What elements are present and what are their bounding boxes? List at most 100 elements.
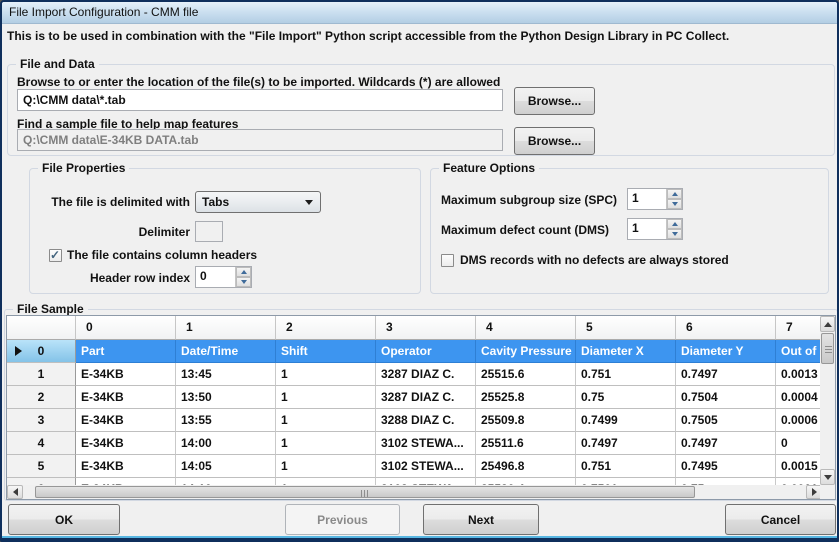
grid-cell[interactable]: 3288 DIAZ C. [376,409,476,432]
grid-cell[interactable]: Diameter X [576,340,676,363]
grid-cell[interactable]: 0.7495 [676,455,776,478]
title-bar[interactable]: File Import Configuration - CMM file [2,2,837,24]
grid-cell[interactable]: 1 [276,478,376,485]
grid-cell[interactable]: 1 [276,455,376,478]
grid-cell[interactable]: 1 [276,386,376,409]
next-button[interactable]: Next [423,504,539,535]
grid-cell[interactable]: 1 [276,363,376,386]
grid-cell[interactable]: 0.7504 [676,386,776,409]
grid-cell[interactable]: 0.751 [576,363,676,386]
grid-cell[interactable]: 0.75 [676,478,776,485]
grid-corner-cell[interactable] [7,316,76,340]
vertical-scrollbar[interactable] [820,316,835,485]
column-header[interactable]: 4 [476,316,576,340]
horizontal-scrollbar[interactable] [7,485,822,499]
grid-cell[interactable]: 0.75 [576,386,676,409]
grid-row[interactable]: 3E-34KB13:5513288 DIAZ C.25509.80.74990.… [7,409,835,432]
grid-row[interactable]: 2E-34KB13:5013287 DIAZ C.25525.80.750.75… [7,386,835,409]
grid-cell[interactable]: 14:00 [176,432,276,455]
grid-cell[interactable]: E-34KB [76,432,176,455]
column-header[interactable]: 6 [676,316,776,340]
delimiter-input[interactable] [195,221,223,242]
grid-cell[interactable]: 3287 DIAZ C. [376,363,476,386]
row-header[interactable]: 2 [7,386,76,409]
grid-cell[interactable]: 14:10 [176,478,276,485]
grid-cell[interactable]: 0.7497 [676,432,776,455]
delimiter-type-dropdown[interactable]: Tabs [195,191,321,213]
previous-button[interactable]: Previous [285,504,400,535]
grid-cell[interactable]: E-34KB [76,409,176,432]
spin-up-icon[interactable] [236,267,251,277]
column-header[interactable]: 2 [276,316,376,340]
spin-down-icon[interactable] [236,277,251,287]
grid-row[interactable]: 4E-34KB14:0013102 STEWA...25511.60.74970… [7,432,835,455]
grid-row-selected[interactable]: 0PartDate/TimeShiftOperatorCavity Pressu… [7,340,835,363]
grid-cell[interactable]: 0.7501 [576,478,676,485]
grid-cell[interactable]: E-34KB [76,478,176,485]
row-header[interactable]: 1 [7,363,76,386]
grid-cell[interactable]: 25496.8 [476,455,576,478]
column-header[interactable]: 1 [176,316,276,340]
column-header[interactable]: 5 [576,316,676,340]
grid-row[interactable]: 1E-34KB13:4513287 DIAZ C.25515.60.7510.7… [7,363,835,386]
grid-cell[interactable]: 25515.6 [476,363,576,386]
grid-cell[interactable]: E-34KB [76,455,176,478]
column-header[interactable]: 3 [376,316,476,340]
grid-cell[interactable]: 1 [276,409,376,432]
vertical-scroll-thumb[interactable] [821,333,834,364]
scroll-down-icon[interactable] [820,469,835,485]
grid-cell[interactable]: 25525.8 [476,386,576,409]
row-header[interactable]: 5 [7,455,76,478]
browse-sample-button[interactable]: Browse... [514,127,595,155]
grid-row[interactable]: 5E-34KB14:0513102 STEWA...25496.80.7510.… [7,455,835,478]
grid-cell[interactable]: 1 [276,432,376,455]
scroll-left-icon[interactable] [7,485,23,499]
scroll-up-icon[interactable] [820,316,835,332]
grid-cell[interactable]: 3287 DIAZ C. [376,386,476,409]
grid-cell[interactable]: 25509.8 [476,409,576,432]
row-header[interactable]: 0 [7,340,76,363]
grid-cell[interactable]: 3102 STEWA... [376,432,476,455]
grid-row[interactable]: 6E-34KB14:1013102 STEWA...25520.40.75010… [7,478,835,485]
grid-cell[interactable]: Operator [376,340,476,363]
horizontal-scroll-thumb[interactable] [35,486,695,498]
grid-cell[interactable]: 0.7499 [576,409,676,432]
grid-cell[interactable]: Date/Time [176,340,276,363]
grid-cell[interactable]: E-34KB [76,363,176,386]
grid-cell[interactable]: 14:05 [176,455,276,478]
sample-file-input[interactable] [17,129,503,151]
grid-cell[interactable]: 0.7497 [676,363,776,386]
dms-stored-checkbox[interactable]: ✓ [441,254,454,267]
spin-up-icon[interactable] [667,219,682,229]
grid-cell[interactable]: Shift [276,340,376,363]
grid-cell[interactable]: 0.751 [576,455,676,478]
cancel-button[interactable]: Cancel [725,504,836,535]
grid-cell[interactable]: 25520.4 [476,478,576,485]
grid-cell[interactable]: E-34KB [76,386,176,409]
row-header[interactable]: 3 [7,409,76,432]
grid-cell[interactable]: 25511.6 [476,432,576,455]
header-row-spinner[interactable]: 0 [195,266,252,288]
browse-location-button[interactable]: Browse... [514,87,595,115]
grid-cell[interactable]: Diameter Y [676,340,776,363]
spc-spinner[interactable]: 1 [627,188,683,210]
contains-headers-checkbox[interactable]: ✓ [49,249,62,262]
dms-spinner[interactable]: 1 [627,218,683,240]
grid-cell[interactable]: 3102 STEWA... [376,478,476,485]
grid-cell[interactable]: Part [76,340,176,363]
column-header[interactable]: 0 [76,316,176,340]
spin-down-icon[interactable] [667,229,682,239]
grid-cell[interactable]: 0.7505 [676,409,776,432]
ok-button[interactable]: OK [8,504,120,535]
spin-down-icon[interactable] [667,199,682,209]
location-input[interactable] [17,89,503,111]
grid-cell[interactable]: Cavity Pressure [476,340,576,363]
grid-cell[interactable]: 3102 STEWA... [376,455,476,478]
grid-cell[interactable]: 13:50 [176,386,276,409]
spin-up-icon[interactable] [667,189,682,199]
row-header[interactable]: 6 [7,478,76,485]
grid-cell[interactable]: 13:45 [176,363,276,386]
grid-cell[interactable]: 0.7497 [576,432,676,455]
grid-cell[interactable]: 13:55 [176,409,276,432]
row-header[interactable]: 4 [7,432,76,455]
